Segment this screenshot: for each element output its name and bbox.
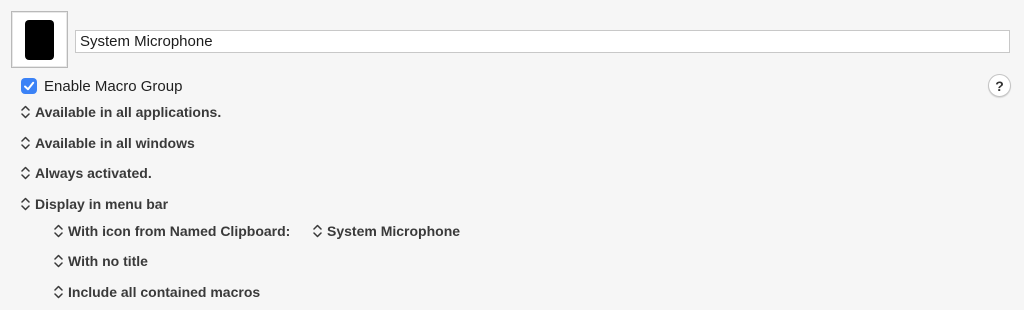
up-down-chevron-icon — [21, 166, 30, 180]
group-icon-well[interactable] — [11, 11, 68, 68]
help-button[interactable]: ? — [988, 74, 1011, 97]
windows-popup[interactable]: Available in all windows — [21, 134, 195, 152]
title-option-popup[interactable]: With no title — [54, 252, 148, 270]
display-popup-label: Display in menu bar — [35, 196, 169, 212]
enable-checkbox[interactable] — [21, 78, 37, 94]
up-down-chevron-icon — [54, 254, 63, 268]
icon-source-popup-label: With icon from Named Clipboard: — [68, 223, 291, 239]
display-popup[interactable]: Display in menu bar — [21, 195, 168, 213]
up-down-chevron-icon — [54, 285, 63, 299]
macros-option-popup-label: Include all contained macros — [68, 284, 261, 300]
enable-macro-group-row[interactable]: Enable Macro Group — [21, 77, 182, 95]
windows-popup-label: Available in all windows — [35, 135, 195, 151]
macro-group-icon — [25, 20, 54, 60]
up-down-chevron-icon — [21, 197, 30, 211]
up-down-chevron-icon — [54, 224, 63, 238]
group-name-field[interactable] — [75, 30, 1010, 53]
activation-popup[interactable]: Always activated. — [21, 164, 152, 182]
clipboard-name-popup[interactable]: System Microphone — [313, 222, 460, 240]
title-option-popup-label: With no title — [68, 253, 148, 269]
checkmark-icon — [24, 81, 35, 91]
clipboard-name-popup-label: System Microphone — [327, 223, 461, 239]
applications-popup[interactable]: Available in all applications. — [21, 103, 221, 121]
macros-option-popup[interactable]: Include all contained macros — [54, 283, 260, 301]
icon-source-popup[interactable]: With icon from Named Clipboard: — [54, 222, 290, 240]
up-down-chevron-icon — [21, 136, 30, 150]
up-down-chevron-icon — [313, 224, 322, 238]
enable-macro-group-label: Enable Macro Group — [44, 77, 183, 95]
activation-popup-label: Always activated. — [35, 165, 152, 181]
macro-group-editor: Enable Macro Group ? Available in all ap… — [0, 0, 1024, 310]
up-down-chevron-icon — [21, 105, 30, 119]
applications-popup-label: Available in all applications. — [35, 104, 222, 120]
